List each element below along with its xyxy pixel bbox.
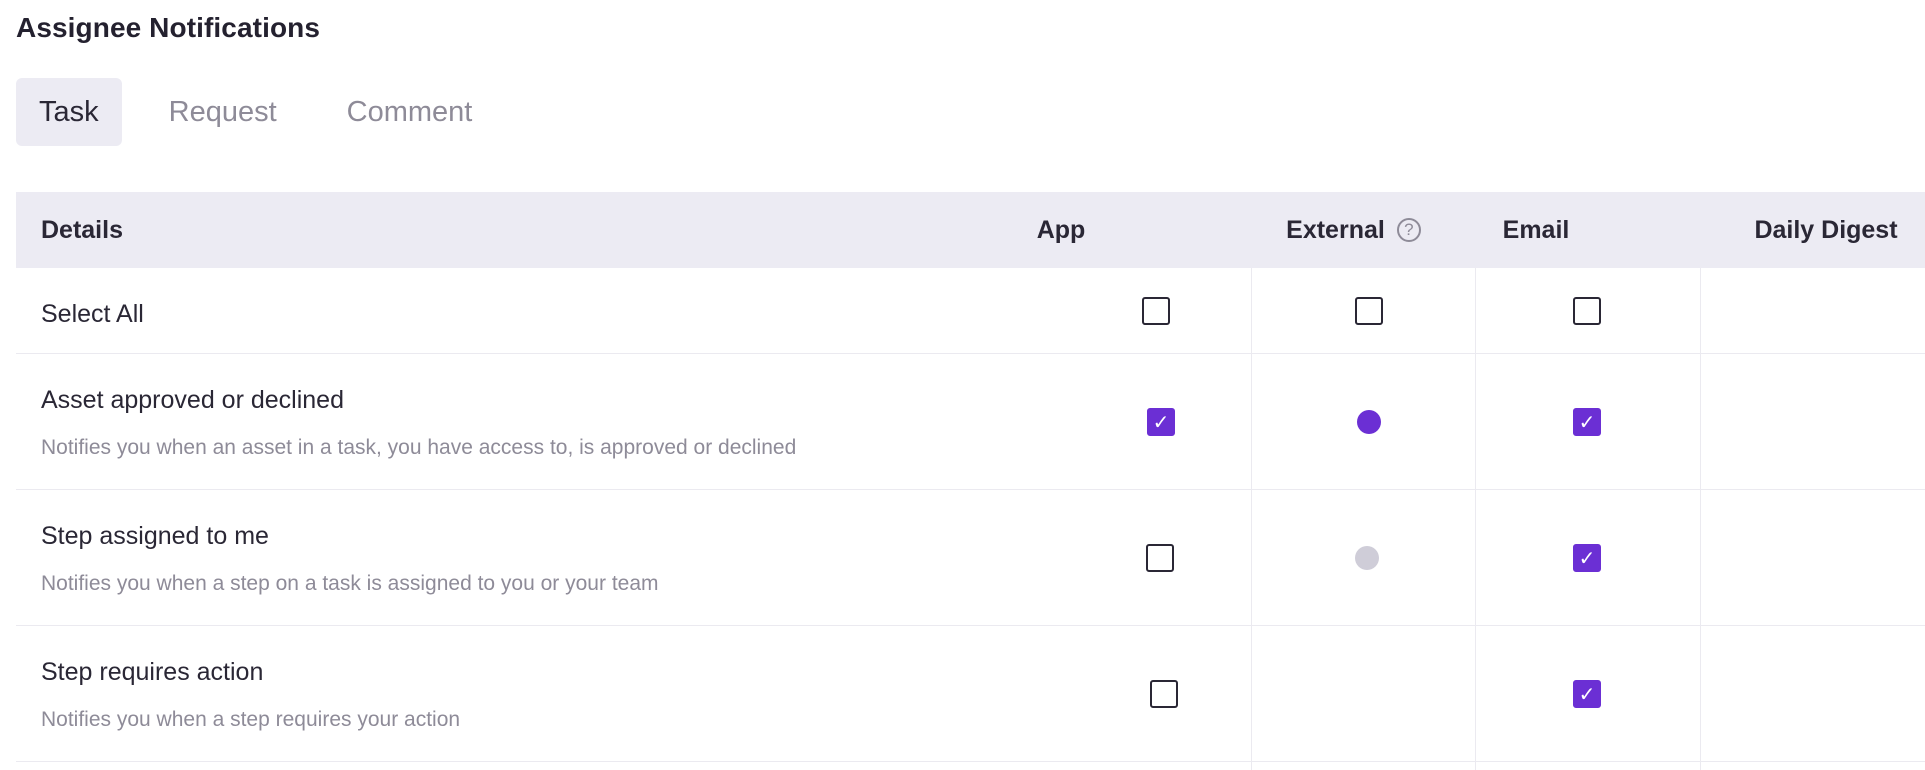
select-all-email-checkbox[interactable] bbox=[1573, 296, 1601, 325]
step-assigned-app-checkbox[interactable] bbox=[1146, 543, 1174, 572]
check-icon: ✓ bbox=[1578, 545, 1596, 570]
tab-task[interactable]: Task bbox=[16, 78, 122, 146]
app-cell bbox=[1126, 268, 1186, 353]
check-icon: ✓ bbox=[1578, 681, 1596, 706]
asset-approved-external-dot[interactable] bbox=[1357, 409, 1381, 434]
select-all-app-checkbox[interactable] bbox=[1142, 296, 1170, 325]
row-title: Step requires action bbox=[41, 658, 264, 686]
header-external: External ? bbox=[1241, 192, 1466, 268]
app-cell bbox=[1130, 490, 1190, 625]
table-header: Details App External ? Email Daily Diges… bbox=[16, 192, 1925, 268]
row-description: Notifies you when an asset in a task, yo… bbox=[41, 436, 797, 459]
header-external-label: External bbox=[1286, 215, 1385, 244]
row-title: Asset approved or declined bbox=[41, 386, 344, 414]
email-cell: ✓ bbox=[1557, 354, 1617, 489]
row-description: Notifies you when a step requires your a… bbox=[41, 708, 461, 731]
page-title: Assignee Notifications bbox=[16, 12, 321, 43]
step-requires-action-email-checkbox[interactable]: ✓ bbox=[1573, 679, 1601, 708]
step-requires-action-app-checkbox[interactable] bbox=[1150, 679, 1178, 708]
notifications-table: Details App External ? Email Daily Diges… bbox=[16, 192, 1925, 770]
external-cell bbox=[1337, 490, 1397, 625]
table-row: Step assigned to me Notifies you when a … bbox=[16, 490, 1925, 626]
step-assigned-external-dot bbox=[1355, 545, 1379, 570]
row-description: Notifies you when a step on a task is as… bbox=[41, 572, 659, 595]
check-icon: ✓ bbox=[1578, 409, 1596, 434]
asset-approved-app-checkbox[interactable]: ✓ bbox=[1147, 407, 1175, 436]
email-cell: ✓ bbox=[1557, 626, 1617, 761]
header-daily-digest: Daily Digest bbox=[1754, 215, 1898, 244]
step-assigned-email-checkbox[interactable]: ✓ bbox=[1573, 543, 1601, 572]
row-title: Step assigned to me bbox=[41, 522, 269, 550]
row-title: Select All bbox=[41, 300, 144, 328]
help-icon[interactable]: ? bbox=[1396, 218, 1421, 242]
header-email: Email bbox=[1502, 215, 1570, 244]
external-cell bbox=[1339, 268, 1399, 353]
table-row: Step requires action Notifies you when a… bbox=[16, 626, 1925, 762]
app-cell bbox=[1134, 626, 1194, 761]
header-app: App bbox=[1036, 215, 1086, 244]
table-row: Select All bbox=[16, 268, 1925, 354]
app-cell: ✓ bbox=[1131, 354, 1191, 489]
email-cell: ✓ bbox=[1557, 490, 1617, 625]
header-details: Details bbox=[41, 215, 123, 244]
check-icon: ✓ bbox=[1152, 409, 1170, 434]
tab-comment[interactable]: Comment bbox=[324, 78, 496, 146]
tab-request[interactable]: Request bbox=[146, 78, 300, 146]
tab-bar: Task Request Comment bbox=[16, 78, 519, 146]
table-row: Asset approved or declined Notifies you … bbox=[16, 354, 1925, 490]
email-cell bbox=[1557, 268, 1617, 353]
external-cell bbox=[1339, 354, 1399, 489]
select-all-external-checkbox[interactable] bbox=[1355, 296, 1383, 325]
asset-approved-email-checkbox[interactable]: ✓ bbox=[1573, 407, 1601, 436]
